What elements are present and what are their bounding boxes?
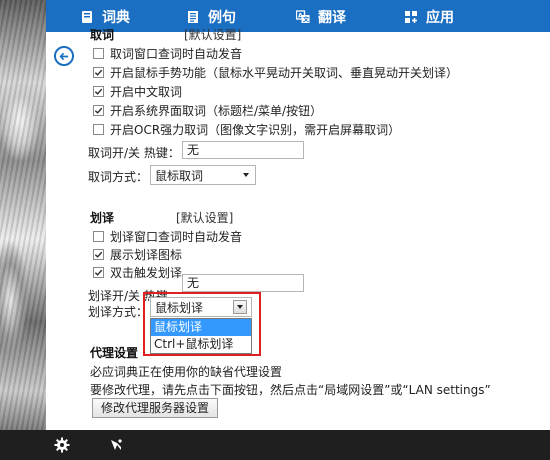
select-value: 鼠标取词 <box>155 168 204 183</box>
option-label: 开启中文取词 <box>110 85 183 99</box>
chevron-down-icon <box>237 305 243 309</box>
lookup-hotkey-label: 取词开/关 热键： <box>88 146 180 160</box>
checkbox-checked[interactable] <box>93 67 104 78</box>
top-nav: 词典 例句 A文 翻译 应用 <box>46 0 550 32</box>
nav-tab-dictionary[interactable]: 词典 <box>80 7 130 27</box>
checkbox-unchecked[interactable] <box>93 48 104 59</box>
nav-tab-label: 词典 <box>102 10 130 26</box>
checkmark-icon <box>94 69 103 76</box>
settings-panel: 取词 [默认设置] 取词窗口查词时自动发音 开启鼠标手势功能（鼠标水平晃动开关取… <box>46 28 550 430</box>
book-icon <box>82 11 92 23</box>
option-label: 展示划译图标 <box>110 248 183 262</box>
checkmark-icon <box>94 269 103 276</box>
checkbox-unchecked[interactable] <box>93 231 104 242</box>
checkbox-unchecked[interactable] <box>93 124 104 135</box>
checkmark-icon <box>94 107 103 114</box>
lookup-option-ocr[interactable]: 开启OCR强力取词（图像文字识别，需开启屏幕取词） <box>93 121 400 138</box>
checkbox-checked[interactable] <box>93 105 104 116</box>
background-photo <box>0 0 46 460</box>
translate-mode-label: 划译方式： <box>88 305 149 319</box>
option-label: 双击触发划译 <box>110 266 183 280</box>
svg-text:文: 文 <box>302 16 310 24</box>
dropdown-option-ctrl-mouse[interactable]: Ctrl+鼠标划译 <box>151 336 251 353</box>
modify-proxy-button[interactable]: 修改代理服务器设置 <box>92 398 219 418</box>
nav-tab-translate[interactable]: A文 翻译 <box>296 7 346 27</box>
option-label: 开启鼠标手势功能（鼠标水平晃动开关取词、垂直晃动开关划译） <box>110 66 459 80</box>
lookup-section-title: 取词 <box>90 28 115 42</box>
nav-tab-apps[interactable]: 应用 <box>404 7 454 27</box>
translate-option-auto-pronounce[interactable]: 划译窗口查词时自动发音 <box>93 228 242 245</box>
lookup-option-auto-pronounce[interactable]: 取词窗口查词时自动发音 <box>93 45 242 62</box>
proxy-status-text: 必应词典正在使用你的缺省代理设置 <box>90 365 283 379</box>
option-label: 划译窗口查词时自动发音 <box>110 230 243 244</box>
translate-hotkey-input[interactable]: 无 <box>182 274 304 292</box>
translate-mode-select[interactable]: 鼠标划译 <box>150 297 252 317</box>
gear-icon[interactable] <box>54 437 70 453</box>
translate-section-title: 划译 <box>90 211 115 225</box>
translate-option-show-icon[interactable]: 展示划译图标 <box>93 246 182 263</box>
proxy-section-title: 代理设置 <box>90 346 139 360</box>
nav-tab-examples[interactable]: 例句 <box>186 7 236 27</box>
checkbox-checked[interactable] <box>93 267 104 278</box>
lookup-hotkey-input[interactable]: 无 <box>182 141 304 159</box>
checkmark-icon <box>94 251 103 258</box>
option-label: 开启系统界面取词（标题栏/菜单/按钮） <box>110 104 323 118</box>
nav-tab-label: 翻译 <box>318 10 346 26</box>
translate-icon: A文 <box>296 10 310 24</box>
dropdown-toggle[interactable] <box>233 300 247 314</box>
option-label: 开启OCR强力取词（图像文字识别，需开启屏幕取词） <box>110 123 401 137</box>
apps-icon <box>405 11 417 23</box>
checkbox-checked[interactable] <box>93 86 104 97</box>
proxy-instructions-text: 要修改代理，请先点击下面按钮，然后点击“局域网设置”或“LAN settings… <box>90 383 491 397</box>
translate-mode-dropdown-list: 鼠标划译 Ctrl+鼠标划译 <box>150 318 252 354</box>
nav-tab-label: 应用 <box>426 10 454 26</box>
checkmark-icon <box>94 88 103 95</box>
document-icon <box>188 11 198 23</box>
arrow-left-icon <box>59 52 68 60</box>
lookup-mode-label: 取词方式： <box>88 170 149 184</box>
back-button[interactable] <box>54 46 74 66</box>
feedback-icon[interactable] <box>108 437 124 453</box>
lookup-option-chinese[interactable]: 开启中文取词 <box>93 83 182 100</box>
lookup-default-settings-link[interactable]: [默认设置] <box>184 26 241 43</box>
translate-default-settings-link[interactable]: [默认设置] <box>176 209 233 226</box>
translate-option-double-click[interactable]: 双击触发划译 <box>93 264 182 281</box>
lookup-option-system-ui[interactable]: 开启系统界面取词（标题栏/菜单/按钮） <box>93 102 322 119</box>
lookup-option-mouse-gesture[interactable]: 开启鼠标手势功能（鼠标水平晃动开关取词、垂直晃动开关划译） <box>93 64 458 81</box>
dropdown-option-mouse[interactable]: 鼠标划译 <box>151 319 251 336</box>
nav-tab-label: 例句 <box>208 10 236 26</box>
option-label: 取词窗口查词时自动发音 <box>110 47 243 61</box>
chevron-down-icon <box>243 173 249 177</box>
checkbox-checked[interactable] <box>93 249 104 260</box>
lookup-mode-select[interactable]: 鼠标取词 <box>150 165 256 185</box>
bottom-toolbar <box>0 430 550 460</box>
select-value: 鼠标划译 <box>155 300 204 315</box>
